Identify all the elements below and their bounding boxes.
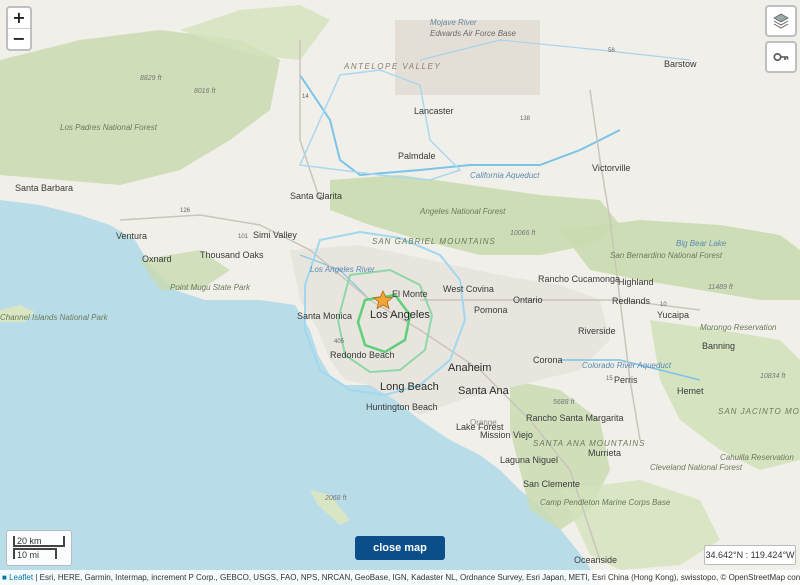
feature-label: Colorado River Aqueduct <box>582 361 672 370</box>
city-label: Santa Clarita <box>290 191 342 201</box>
feature-label: SAN JACINTO MOUNTAINS <box>718 407 800 416</box>
feature-label: Channel Islands National Park <box>0 313 109 322</box>
city-label: Oceanside <box>574 555 617 565</box>
highway-shield: 101 <box>238 234 249 240</box>
city-label: Corona <box>533 355 563 365</box>
orange-label: Orange <box>470 418 497 427</box>
elevation-label: 10834 ft <box>760 373 786 380</box>
elevation-label: 8829 ft <box>140 75 162 82</box>
feature-label: Mojave River <box>430 18 477 27</box>
scale-mi: 10 mi <box>13 548 57 560</box>
close-map-button[interactable]: close map <box>355 536 445 560</box>
city-label: San Clemente <box>523 479 580 489</box>
feature-label: Los Padres National Forest <box>60 123 158 132</box>
city-label: Banning <box>702 341 735 351</box>
city-label: El Monte <box>392 289 428 299</box>
city-label: Rancho Cucamonga <box>538 274 620 284</box>
leaflet-label: Leaflet <box>9 573 34 582</box>
city-label: Redondo Beach <box>330 350 395 360</box>
attribution-bar: ■ Leaflet | Esri, HERE, Garmin, Intermap… <box>0 570 800 585</box>
layers-button[interactable] <box>765 5 797 37</box>
city-label: Hemet <box>677 386 704 396</box>
city-label: West Covina <box>443 284 494 294</box>
feature-label: ANTELOPE VALLEY <box>343 62 441 71</box>
highway-shield: 405 <box>334 339 345 345</box>
city-label: Barstow <box>664 59 697 69</box>
feature-label: SAN GABRIEL MOUNTAINS <box>372 237 496 246</box>
city-label-major: Long Beach <box>380 381 439 393</box>
legend-button[interactable] <box>765 41 797 73</box>
highway-shield: 138 <box>520 116 531 122</box>
city-label: Murrieta <box>588 448 621 458</box>
elevation-label: 2068 ft <box>324 495 347 502</box>
feature-label: Angeles National Forest <box>419 207 506 216</box>
highway-shield: 58 <box>608 48 615 54</box>
city-label: Redlands <box>612 296 651 306</box>
feature-label: Morongo Reservation <box>700 323 777 332</box>
city-label: Rancho Santa Margarita <box>526 413 624 423</box>
elevation-label: 8016 ft <box>194 88 216 95</box>
city-label-major: Los Angeles <box>370 309 430 321</box>
city-label: Ontario <box>513 295 543 305</box>
city-label: Victorville <box>592 163 630 173</box>
feature-label: SANTA ANA MOUNTAINS <box>533 439 646 448</box>
city-label: Thousand Oaks <box>200 250 264 260</box>
feature-label: Big Bear Lake <box>676 239 727 248</box>
city-label: Yucaipa <box>657 310 689 320</box>
feature-label: California Aqueduct <box>470 171 540 180</box>
zoom-out-button[interactable]: − <box>8 28 30 49</box>
city-label: Lancaster <box>414 106 454 116</box>
scale-km: 20 km <box>13 536 65 547</box>
city-label: Huntington Beach <box>366 402 438 412</box>
feature-label: San Bernardino National Forest <box>610 251 723 260</box>
city-label: Ventura <box>116 231 147 241</box>
highway-shield: 15 <box>606 376 613 382</box>
zoom-control: + − <box>6 6 32 51</box>
elevation-label: 10066 ft <box>510 230 536 237</box>
city-label-major: Anaheim <box>448 362 491 374</box>
coordinates-readout: 34.642°N : 119.424°W <box>704 545 796 565</box>
feature-label: Cahuilla Reservation <box>720 453 794 462</box>
highway-shield: 14 <box>302 94 309 100</box>
feature-label: Los Angeles River <box>310 265 375 274</box>
scale-bar: 20 km 10 mi <box>6 530 72 566</box>
feature-label: Camp Pendleton Marine Corps Base <box>540 498 671 507</box>
highway-shield: 10 <box>660 302 667 308</box>
city-label: Highland <box>618 277 654 287</box>
city-label: Perris <box>614 375 638 385</box>
attribution-text: | Esri, HERE, Garmin, Intermap, incremen… <box>33 573 800 582</box>
map-labels: Lancaster Palmdale Victorville Barstow S… <box>0 18 800 565</box>
elevation-label: 11489 ft <box>708 284 734 291</box>
layers-icon <box>773 13 789 29</box>
feature-label: Cleveland National Forest <box>650 463 743 472</box>
zoom-in-button[interactable]: + <box>8 8 30 28</box>
city-label: Mission Viejo <box>480 430 533 440</box>
city-label: Pomona <box>474 305 508 315</box>
leaflet-link[interactable]: ■ Leaflet <box>2 573 33 582</box>
city-label: Simi Valley <box>253 230 297 240</box>
key-icon <box>773 53 789 62</box>
city-label: Laguna Niguel <box>500 455 558 465</box>
feature-label: Point Mugu State Park <box>170 283 251 292</box>
city-label: Santa Monica <box>297 311 352 321</box>
map-view[interactable]: Lancaster Palmdale Victorville Barstow S… <box>0 0 800 585</box>
feature-label: Edwards Air Force Base <box>430 29 517 38</box>
city-label: Santa Barbara <box>15 183 73 193</box>
city-label: Riverside <box>578 326 616 336</box>
city-label: Oxnard <box>142 254 172 264</box>
city-label-major: Santa Ana <box>458 385 510 397</box>
elevation-label: 5688 ft <box>553 399 575 406</box>
highway-shield: 126 <box>180 208 191 214</box>
city-label: Palmdale <box>398 151 436 161</box>
